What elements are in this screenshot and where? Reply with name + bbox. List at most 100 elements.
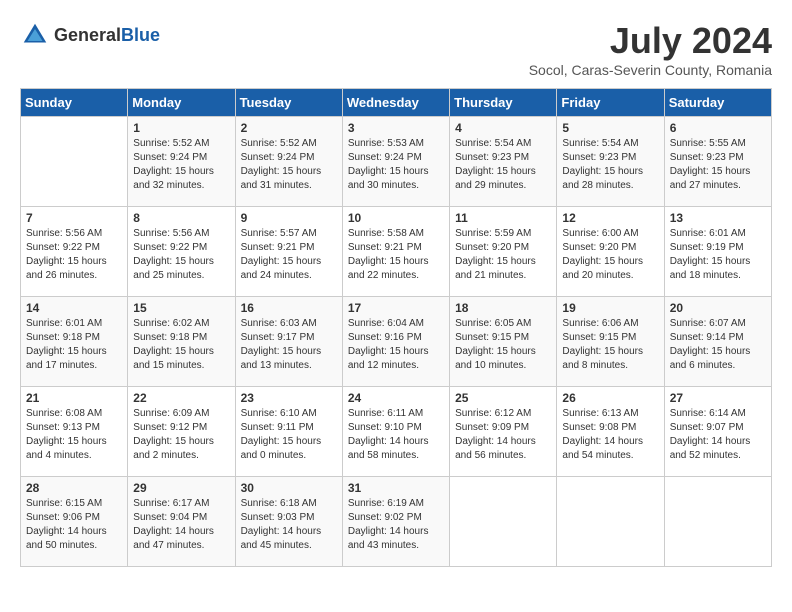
day-number: 14 (26, 301, 122, 315)
header-day-thursday: Thursday (450, 89, 557, 117)
day-number: 12 (562, 211, 658, 225)
calendar-cell: 10Sunrise: 5:58 AM Sunset: 9:21 PM Dayli… (342, 207, 449, 297)
day-number: 5 (562, 121, 658, 135)
calendar-table: SundayMondayTuesdayWednesdayThursdayFrid… (20, 88, 772, 567)
calendar-cell: 26 Sunrise: 6:13 AM Sunset: 9:08 PM Dayli… (557, 387, 664, 477)
day-number: 4 (455, 121, 551, 135)
day-info: Sunrise: 6:02 AM Sunset: 9:18 PM Dayligh… (133, 317, 229, 373)
calendar-cell: 31 Sunrise: 6:19 AM Sunset: 9:02 PM Dayli… (342, 477, 449, 567)
day-number: 19 (562, 301, 658, 315)
calendar-cell: 4 Sunrise: 5:54 AM Sunset: 9:23 PM Daylig… (450, 117, 557, 207)
calendar-cell: 8 Sunrise: 5:56 AM Sunset: 9:22 PM Daylig… (128, 207, 235, 297)
day-number: 31 (348, 481, 444, 495)
logo-icon (20, 20, 50, 50)
calendar-cell: 24 Sunrise: 6:11 AM Sunset: 9:10 PM Dayli… (342, 387, 449, 477)
calendar-header: SundayMondayTuesdayWednesdayThursdayFrid… (21, 89, 772, 117)
calendar-cell: 11Sunrise: 5:59 AM Sunset: 9:20 PM Dayli… (450, 207, 557, 297)
day-number: 24 (348, 391, 444, 405)
month-title: July 2024 (529, 20, 772, 62)
calendar-cell (450, 477, 557, 567)
day-info: Sunrise: 6:00 AM Sunset: 9:20 PM Dayligh… (562, 227, 658, 283)
day-info: Sunrise: 6:04 AM Sunset: 9:16 PM Dayligh… (348, 317, 444, 373)
day-number: 21 (26, 391, 122, 405)
day-info: Sunrise: 6:15 AM Sunset: 9:06 PM Dayligh… (26, 497, 122, 553)
calendar-cell (557, 477, 664, 567)
header-day-monday: Monday (128, 89, 235, 117)
calendar-cell: 13 Sunrise: 6:01 AM Sunset: 9:19 PM Dayli… (664, 207, 771, 297)
day-info: Sunrise: 6:01 AM Sunset: 9:18 PM Dayligh… (26, 317, 122, 373)
calendar-cell: 1 Sunrise: 5:52 AM Sunset: 9:24 PM Daylig… (128, 117, 235, 207)
calendar-cell: 14 Sunrise: 6:01 AM Sunset: 9:18 PM Dayli… (21, 297, 128, 387)
header-row: SundayMondayTuesdayWednesdayThursdayFrid… (21, 89, 772, 117)
calendar-cell: 28Sunrise: 6:15 AM Sunset: 9:06 PM Dayli… (21, 477, 128, 567)
calendar-cell: 5 Sunrise: 5:54 AM Sunset: 9:23 PM Daylig… (557, 117, 664, 207)
day-info: Sunrise: 5:57 AM Sunset: 9:21 PM Dayligh… (241, 227, 337, 283)
day-number: 25 (455, 391, 551, 405)
logo: GeneralBlue (20, 20, 160, 50)
calendar-cell: 15Sunrise: 6:02 AM Sunset: 9:18 PM Dayli… (128, 297, 235, 387)
day-info: Sunrise: 5:54 AM Sunset: 9:23 PM Dayligh… (455, 137, 551, 193)
day-info: Sunrise: 5:56 AM Sunset: 9:22 PM Dayligh… (26, 227, 122, 283)
calendar-cell: 30 Sunrise: 6:18 AM Sunset: 9:03 PM Dayli… (235, 477, 342, 567)
day-number: 20 (670, 301, 766, 315)
header-day-saturday: Saturday (664, 89, 771, 117)
day-number: 11 (455, 211, 551, 225)
day-number: 27 (670, 391, 766, 405)
day-number: 16 (241, 301, 337, 315)
day-info: Sunrise: 6:05 AM Sunset: 9:15 PM Dayligh… (455, 317, 551, 373)
location-title: Socol, Caras-Severin County, Romania (529, 62, 772, 78)
calendar-body: 1 Sunrise: 5:52 AM Sunset: 9:24 PM Daylig… (21, 117, 772, 567)
week-row-1: 1 Sunrise: 5:52 AM Sunset: 9:24 PM Daylig… (21, 117, 772, 207)
header-day-tuesday: Tuesday (235, 89, 342, 117)
calendar-cell: 22 Sunrise: 6:09 AM Sunset: 9:12 PM Dayli… (128, 387, 235, 477)
calendar-cell (664, 477, 771, 567)
day-info: Sunrise: 6:11 AM Sunset: 9:10 PM Dayligh… (348, 407, 444, 463)
day-info: Sunrise: 6:01 AM Sunset: 9:19 PM Dayligh… (670, 227, 766, 283)
day-number: 29 (133, 481, 229, 495)
day-number: 26 (562, 391, 658, 405)
day-number: 30 (241, 481, 337, 495)
calendar-cell: 21 Sunrise: 6:08 AM Sunset: 9:13 PM Dayli… (21, 387, 128, 477)
calendar-cell: 23Sunrise: 6:10 AM Sunset: 9:11 PM Dayli… (235, 387, 342, 477)
calendar-cell: 27Sunrise: 6:14 AM Sunset: 9:07 PM Dayli… (664, 387, 771, 477)
calendar-cell: 12 Sunrise: 6:00 AM Sunset: 9:20 PM Dayli… (557, 207, 664, 297)
day-info: Sunrise: 6:03 AM Sunset: 9:17 PM Dayligh… (241, 317, 337, 373)
day-number: 6 (670, 121, 766, 135)
day-info: Sunrise: 5:52 AM Sunset: 9:24 PM Dayligh… (133, 137, 229, 193)
day-number: 23 (241, 391, 337, 405)
day-info: Sunrise: 6:13 AM Sunset: 9:08 PM Dayligh… (562, 407, 658, 463)
day-number: 10 (348, 211, 444, 225)
header-day-friday: Friday (557, 89, 664, 117)
day-info: Sunrise: 6:07 AM Sunset: 9:14 PM Dayligh… (670, 317, 766, 373)
header-day-sunday: Sunday (21, 89, 128, 117)
day-info: Sunrise: 5:54 AM Sunset: 9:23 PM Dayligh… (562, 137, 658, 193)
day-info: Sunrise: 6:09 AM Sunset: 9:12 PM Dayligh… (133, 407, 229, 463)
day-info: Sunrise: 6:19 AM Sunset: 9:02 PM Dayligh… (348, 497, 444, 553)
day-number: 22 (133, 391, 229, 405)
day-number: 1 (133, 121, 229, 135)
calendar-cell: 29Sunrise: 6:17 AM Sunset: 9:04 PM Dayli… (128, 477, 235, 567)
day-number: 13 (670, 211, 766, 225)
day-info: Sunrise: 6:18 AM Sunset: 9:03 PM Dayligh… (241, 497, 337, 553)
day-info: Sunrise: 5:56 AM Sunset: 9:22 PM Dayligh… (133, 227, 229, 283)
day-number: 2 (241, 121, 337, 135)
calendar-cell: 7Sunrise: 5:56 AM Sunset: 9:22 PM Daylig… (21, 207, 128, 297)
calendar-cell: 17Sunrise: 6:04 AM Sunset: 9:16 PM Dayli… (342, 297, 449, 387)
calendar-cell: 2 Sunrise: 5:52 AM Sunset: 9:24 PM Daylig… (235, 117, 342, 207)
day-info: Sunrise: 5:52 AM Sunset: 9:24 PM Dayligh… (241, 137, 337, 193)
page-header: GeneralBlue July 2024 Socol, Caras-Sever… (20, 20, 772, 78)
calendar-cell: 20 Sunrise: 6:07 AM Sunset: 9:14 PM Dayli… (664, 297, 771, 387)
day-number: 8 (133, 211, 229, 225)
day-info: Sunrise: 5:53 AM Sunset: 9:24 PM Dayligh… (348, 137, 444, 193)
calendar-cell: 3Sunrise: 5:53 AM Sunset: 9:24 PM Daylig… (342, 117, 449, 207)
logo-blue: Blue (121, 25, 160, 45)
calendar-cell: 6 Sunrise: 5:55 AM Sunset: 9:23 PM Daylig… (664, 117, 771, 207)
calendar-cell: 18Sunrise: 6:05 AM Sunset: 9:15 PM Dayli… (450, 297, 557, 387)
calendar-cell: 25Sunrise: 6:12 AM Sunset: 9:09 PM Dayli… (450, 387, 557, 477)
day-info: Sunrise: 5:55 AM Sunset: 9:23 PM Dayligh… (670, 137, 766, 193)
day-number: 9 (241, 211, 337, 225)
day-info: Sunrise: 6:06 AM Sunset: 9:15 PM Dayligh… (562, 317, 658, 373)
logo-general: General (54, 25, 121, 45)
calendar-cell: 9 Sunrise: 5:57 AM Sunset: 9:21 PM Daylig… (235, 207, 342, 297)
day-info: Sunrise: 6:08 AM Sunset: 9:13 PM Dayligh… (26, 407, 122, 463)
